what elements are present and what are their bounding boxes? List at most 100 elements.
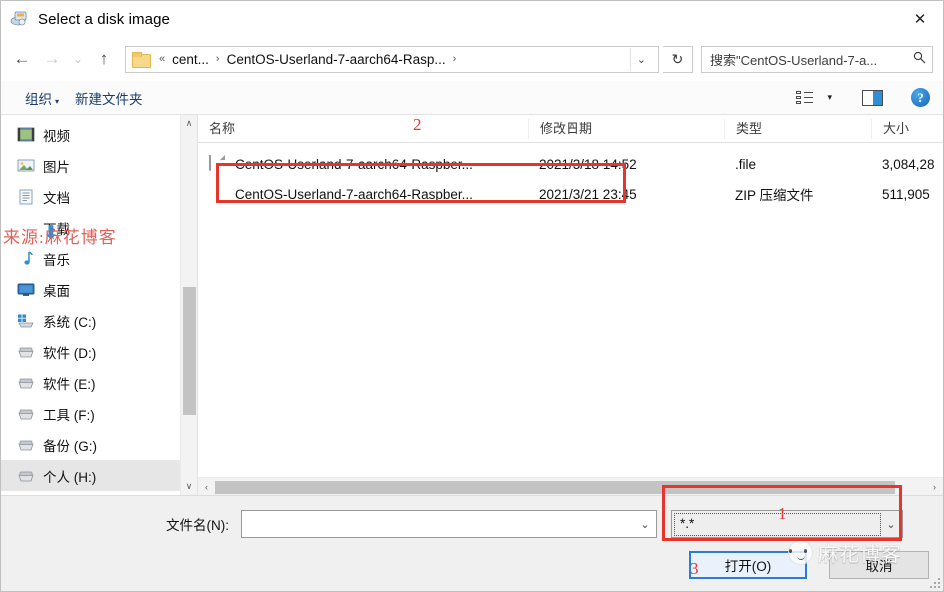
sidebar-label: 视频 [43,128,70,144]
column-header-date[interactable]: 修改日期 [528,119,724,139]
forward-icon[interactable]: → [37,44,67,74]
breadcrumb-separator-2-icon[interactable]: › [449,53,461,65]
sidebar-item-drive-c[interactable]: 系统 (C:) [1,305,180,336]
table-row[interactable]: CentOS-Userland-7-aarch64-Raspber... 202… [198,149,943,179]
chevron-down-icon: ▾ [827,92,832,102]
file-name-text: CentOS-Userland-7-aarch64-Raspber... [235,186,473,202]
breadcrumb-separator-icon[interactable]: › [212,53,224,65]
resize-grip[interactable] [928,576,940,588]
drive-icon [17,437,35,453]
sidebar-item-drive-e[interactable]: 软件 (E:) [1,367,180,398]
file-name-text: CentOS-Userland-7-aarch64-Raspber... [235,156,473,172]
sidebar-item-pictures[interactable]: 图片 [1,150,180,181]
drive-icon [17,468,35,484]
file-date-cell: 2021/3/21 23:45 [539,186,637,202]
sidebar-label: 图片 [43,159,70,175]
file-type-cell: .file [735,156,757,172]
scrollbar-thumb[interactable] [183,287,196,415]
open-button[interactable]: 打开(O) [689,551,807,579]
chevron-down-icon: ▾ [55,96,60,106]
videos-icon [17,127,35,143]
filename-input[interactable]: ⌄ [241,510,657,538]
navigation-pane: 视频 图片 文档 下载 音乐 桌面 系统 (C:) 软件 (D:) 软件 (E:… [1,115,197,495]
scroll-up-icon[interactable]: ∧ [181,115,198,132]
zip-file-icon [209,185,227,204]
drive-icon [17,406,35,422]
view-options-button[interactable] [791,85,819,111]
sort-ascending-icon: ∧ [568,120,577,132]
sidebar-item-drive-f[interactable]: 工具 (F:) [1,398,180,429]
up-icon[interactable]: ↑ [89,44,119,74]
dialog-content: 视频 图片 文档 下载 音乐 桌面 系统 (C:) 软件 (D:) 软件 (E:… [1,115,943,495]
sidebar-item-drive-d[interactable]: 软件 (D:) [1,336,180,367]
navigation-bar: ← → ⌄ ↑ « cent... › CentOS-Userland-7-aa… [1,37,943,81]
table-row[interactable]: CentOS-Userland-7-aarch64-Raspber... 202… [198,179,943,209]
breadcrumb-item-1[interactable]: CentOS-Userland-7-aarch64-Rasp... [224,50,449,69]
organize-label: 组织 [25,91,52,107]
file-type-cell: ZIP 压缩文件 [735,188,814,203]
chevron-down-icon[interactable]: ⌄ [634,518,656,531]
music-icon [17,250,35,267]
sidebar-label: 下载 [43,221,70,237]
sidebar-item-drive-g[interactable]: 备份 (G:) [1,429,180,460]
recent-locations-icon[interactable]: ⌄ [67,44,89,74]
back-icon[interactable]: ← [7,44,37,74]
sidebar-item-music[interactable]: 音乐 [1,243,180,274]
window-title: Select a disk image [38,10,170,28]
help-button[interactable]: ? [906,85,935,111]
scroll-left-icon[interactable]: ‹ [198,482,215,492]
scroll-right-icon[interactable]: › [926,482,943,492]
close-icon[interactable]: ✕ [897,3,943,35]
sidebar-item-documents[interactable]: 文档 [1,181,180,212]
view-list-icon [796,90,814,105]
dialog-footer: 文件名(N): ⌄ *.* ⌄ 打开(O) 取消 [1,495,943,591]
file-rows: CentOS-Userland-7-aarch64-Raspber... 202… [198,143,943,477]
preview-pane-button[interactable] [857,85,888,111]
navigation-list: 视频 图片 文档 下载 音乐 桌面 系统 (C:) 软件 (D:) 软件 (E:… [1,115,180,495]
downloads-icon [17,220,35,236]
breadcrumb-item-0[interactable]: cent... [169,50,212,69]
sidebar-label: 桌面 [43,283,70,299]
select-disk-image-dialog: Select a disk image ✕ ← → ⌄ ↑ « cent... … [0,0,944,592]
sidebar-label: 备份 (G:) [43,438,97,454]
sidebar-item-desktop[interactable]: 桌面 [1,274,180,305]
refresh-icon[interactable]: ↻ [663,45,693,73]
address-bar[interactable]: « cent... › CentOS-Userland-7-aarch64-Ra… [125,45,659,73]
sidebar-label: 文档 [43,190,70,206]
search-placeholder: 搜索"CentOS-Userland-7-a... [710,52,878,68]
title-bar: Select a disk image ✕ [1,1,943,37]
command-bar: 组织 ▾ 新建文件夹 ▾ ? [1,81,943,115]
new-folder-button[interactable]: 新建文件夹 [67,85,151,111]
column-header-row: 名称 修改日期 类型 大小 ∧ [198,115,943,143]
address-dropdown-icon[interactable]: ⌄ [629,47,656,71]
search-input[interactable]: 搜索"CentOS-Userland-7-a... [701,45,933,73]
pictures-icon [17,158,35,174]
dialog-buttons: 打开(O) 取消 [689,551,929,579]
sidebar-item-videos[interactable]: 视频 [1,119,180,150]
windows-drive-icon [17,313,35,329]
file-size-cell: 3,084,28 [882,156,935,172]
column-header-type[interactable]: 类型 [724,119,871,139]
chevron-down-icon[interactable]: ⌄ [880,518,902,531]
filetype-combo[interactable]: *.* ⌄ [671,510,903,538]
column-header-size[interactable]: 大小 [871,119,943,139]
column-header-name[interactable]: 名称 [198,119,528,139]
breadcrumb-overflow-icon[interactable]: « [155,53,169,65]
scrollbar-thumb[interactable] [215,481,895,494]
cancel-button[interactable]: 取消 [829,551,929,579]
file-name-cell: CentOS-Userland-7-aarch64-Raspber... [198,154,528,174]
sidebar-scrollbar[interactable]: ∧ ∨ [180,115,197,495]
organize-button[interactable]: 组织 ▾ [17,85,67,111]
sidebar-item-drive-h[interactable]: 个人 (H:) [1,460,180,491]
sidebar-label: 软件 (D:) [43,345,97,361]
folder-icon [132,52,151,68]
filetype-value: *.* [674,512,881,536]
desktop-icon [17,282,35,298]
file-list-horizontal-scrollbar[interactable]: ‹ › [198,477,943,495]
drive-icon [17,375,35,391]
scroll-down-icon[interactable]: ∨ [181,478,198,495]
file-list-pane: 名称 修改日期 类型 大小 ∧ CentOS-Userland-7-aarch6… [197,115,943,495]
sidebar-item-downloads[interactable]: 下载 [1,212,180,243]
drive-icon [17,344,35,360]
view-dropdown-button[interactable]: ▾ [819,85,837,111]
